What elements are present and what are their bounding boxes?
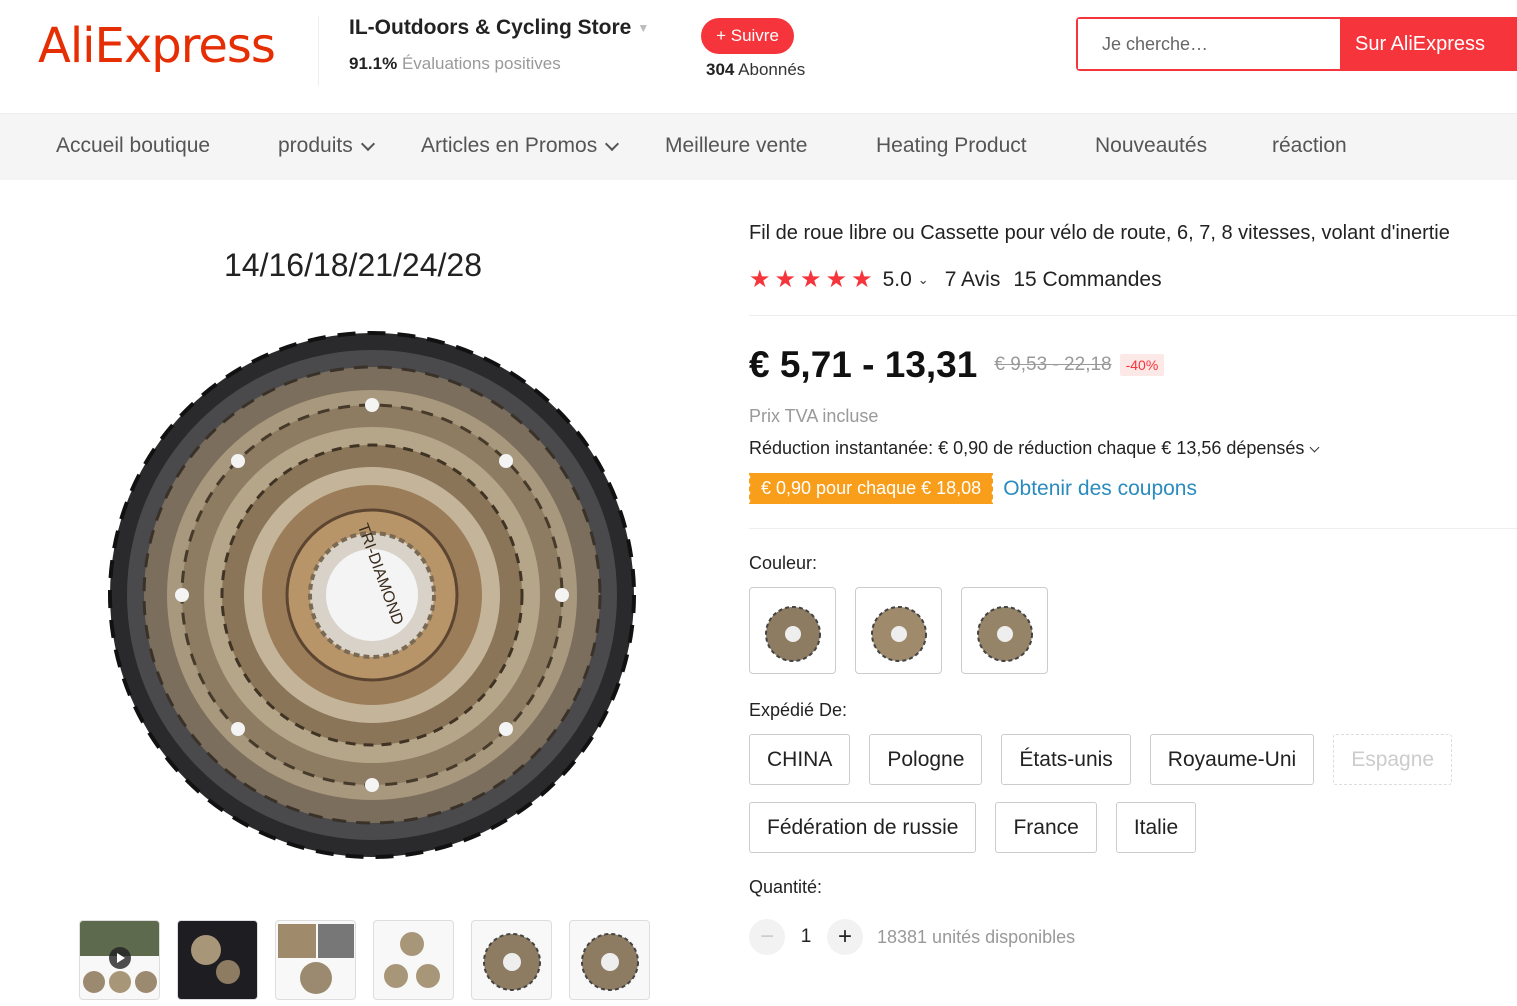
aliexpress-logo[interactable]: AliExpress [38, 18, 276, 74]
thumbnail-collage[interactable] [275, 920, 356, 1000]
store-name-row[interactable]: IL-Outdoors & Cycling Store ▼ [349, 16, 649, 40]
cassette-icon [976, 605, 1033, 662]
quantity-value[interactable]: 1 [785, 926, 827, 948]
coupon-row: € 0,90 pour chaque € 18,08 Obtenir des c… [747, 473, 1517, 504]
thumbnail-dark[interactable] [177, 920, 258, 1000]
star-rating: ★ ★ ★ ★ ★ [749, 268, 873, 292]
nav-label: Nouveautés [1095, 134, 1208, 157]
thumbnail-cassette[interactable] [471, 920, 552, 1000]
thumbnail-cassette[interactable] [569, 920, 650, 1000]
chevron-down-icon [360, 136, 375, 152]
search-button[interactable]: Sur AliExpress [1340, 19, 1517, 69]
store-rating: 91.1% Évaluations positives [349, 54, 649, 74]
cassette-icon [581, 933, 639, 991]
ship-option-france[interactable]: France [995, 802, 1097, 853]
rating-row: ★ ★ ★ ★ ★ 5.0 ⌄ 7 Avis 15 Commandes [749, 268, 1517, 292]
ship-from-options: CHINA Pologne États-unis Royaume-Uni Esp… [749, 734, 1509, 853]
star-icon: ★ [825, 266, 848, 293]
thumbnail-three[interactable] [373, 920, 454, 1000]
caret-down-icon[interactable]: ▼ [637, 21, 649, 35]
chevron-down-icon [1309, 442, 1320, 452]
color-swatches [749, 587, 1517, 674]
cassette-icon [764, 605, 821, 662]
store-name[interactable]: IL-Outdoors & Cycling Store [349, 16, 631, 40]
nav-item-heating[interactable]: Heating Product [876, 134, 1027, 158]
nav-label: Articles en Promos [421, 134, 598, 157]
increase-quantity-button[interactable]: + [827, 919, 863, 955]
followers-text: Abonnés [738, 60, 806, 79]
get-coupons-link[interactable]: Obtenir des coupons [1003, 477, 1197, 501]
ship-option-china[interactable]: CHINA [749, 734, 851, 785]
thumbnail-video[interactable] [79, 920, 160, 1000]
thumbnail-strip [79, 920, 650, 1000]
cassette-icon [384, 932, 440, 988]
ship-option-russia[interactable]: Fédération de russie [749, 802, 977, 853]
freewheel-image: 14/16/18/21/24/28 TRI-DIAMOND [108, 247, 636, 859]
quantity-stepper: − 1 + 18381 unités disponibles [749, 919, 1517, 955]
product-info: Fil de roue libre ou Cassette pour vélo … [747, 222, 1517, 955]
nav-label: Heating Product [876, 134, 1027, 157]
image-caption: 14/16/18/21/24/28 [224, 247, 482, 283]
coupon-badge[interactable]: € 0,90 pour chaque € 18,08 [747, 473, 994, 504]
follow-button[interactable]: + Suivre [701, 18, 794, 54]
star-icon: ★ [774, 266, 797, 293]
star-icon: ★ [800, 266, 822, 293]
nav-label: Accueil boutique [56, 134, 211, 157]
chevron-down-icon [605, 136, 620, 152]
divider [749, 528, 1517, 529]
price-row: € 5,71 - 13,31 € 9,53 - 22,18 -40% [749, 344, 1517, 386]
store-nav: Accueil boutique produits Articles en Pr… [0, 114, 1517, 180]
color-option[interactable] [961, 587, 1048, 674]
vat-note: Prix TVA incluse [749, 406, 879, 426]
star-icon: ★ [851, 266, 873, 293]
color-option[interactable] [855, 587, 942, 674]
ship-option-usa[interactable]: États-unis [1001, 734, 1131, 785]
play-icon [80, 921, 159, 993]
reviews-count[interactable]: 7 Avis [945, 268, 1001, 292]
ship-option-uk[interactable]: Royaume-Uni [1149, 734, 1315, 785]
store-rating-value: 91.1% [349, 54, 398, 73]
followers-number: 304 [706, 60, 735, 79]
rating-value[interactable]: 5.0 [883, 268, 912, 292]
nav-item-products[interactable]: produits [278, 134, 375, 158]
current-price: € 5,71 - 13,31 [749, 344, 978, 385]
star-icon: ★ [749, 266, 771, 293]
nav-item-home[interactable]: Accueil boutique [56, 134, 210, 158]
main-product-image[interactable]: 14/16/18/21/24/28 TRI-DIAMOND [60, 210, 660, 900]
ship-option-spain: Espagne [1333, 734, 1453, 785]
collage-icon [278, 924, 354, 994]
store-info: IL-Outdoors & Cycling Store ▼ 91.1% Éval… [318, 16, 649, 86]
nav-label: Meilleure vente [665, 134, 808, 157]
cassette-icon [870, 605, 927, 662]
divider [749, 315, 1517, 316]
cassette-icon [483, 933, 541, 991]
store-rating-text: Évaluations positives [401, 54, 561, 73]
nav-label: produits [278, 134, 353, 157]
chevron-down-icon[interactable]: ⌄ [918, 272, 929, 288]
reduction-text: Réduction instantanée: € 0,90 de réducti… [749, 438, 1305, 458]
store-header: AliExpress IL-Outdoors & Cycling Store ▼… [0, 0, 1517, 114]
followers-count: 304 Abonnés [706, 60, 805, 80]
instant-reduction[interactable]: Réduction instantanée: € 0,90 de réducti… [749, 438, 1517, 459]
orders-count: 15 Commandes [1013, 268, 1162, 291]
discount-badge: -40% [1119, 354, 1165, 376]
color-option[interactable] [749, 587, 836, 674]
nav-item-new[interactable]: Nouveautés [1095, 134, 1207, 158]
original-price: € 9,53 - 22,18 [994, 354, 1112, 375]
nav-item-bestsellers[interactable]: Meilleure vente [665, 134, 807, 158]
ship-from-label: Expédié De: [749, 700, 848, 720]
color-label: Couleur: [749, 553, 818, 573]
nav-item-promos[interactable]: Articles en Promos [421, 134, 620, 158]
product-title: Fil de roue libre ou Cassette pour vélo … [749, 222, 1450, 244]
ship-option-italy[interactable]: Italie [1115, 802, 1197, 853]
search-input[interactable] [1078, 19, 1340, 69]
search-bar: Sur AliExpress [1076, 17, 1517, 71]
stock-available: 18381 unités disponibles [877, 926, 1076, 947]
cassette-icon [191, 935, 240, 984]
decrease-quantity-button[interactable]: − [749, 919, 785, 955]
nav-item-feedback[interactable]: réaction [1272, 134, 1347, 158]
ship-option-poland[interactable]: Pologne [869, 734, 983, 785]
quantity-label: Quantité: [749, 877, 823, 897]
nav-label: réaction [1272, 134, 1347, 157]
